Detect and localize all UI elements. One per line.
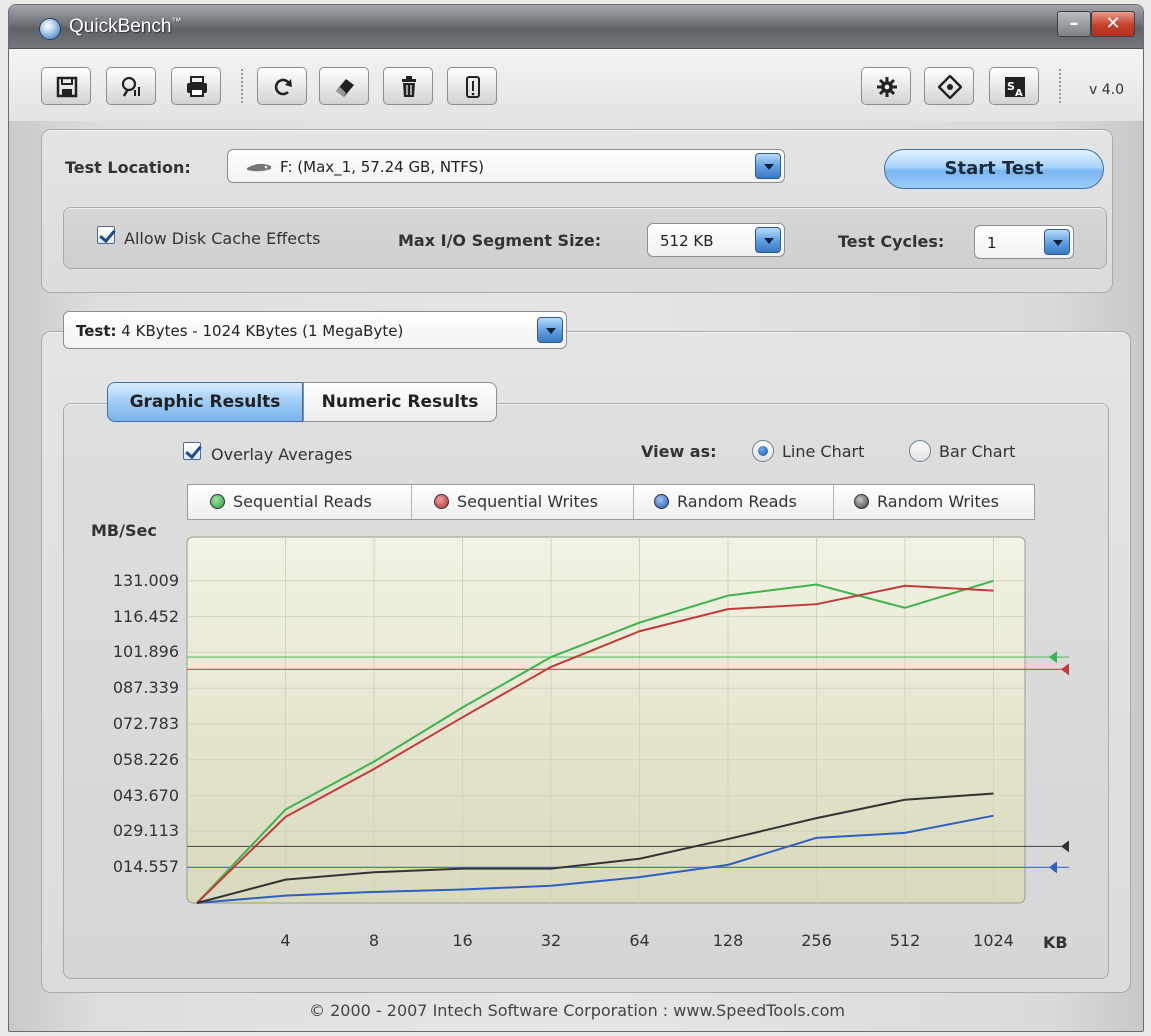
x-tick-label: 256 xyxy=(801,931,832,950)
y-tick-label: 116.452 xyxy=(112,606,179,626)
y-tick-label: 087.339 xyxy=(112,678,179,698)
y-tick-label: 058.226 xyxy=(112,749,179,769)
x-tick-label: 64 xyxy=(629,931,650,950)
y-tick-label: 072.783 xyxy=(112,714,179,733)
average-marker xyxy=(1061,840,1069,853)
y-tick-label: 131.009 xyxy=(112,570,179,590)
x-tick-label: 8 xyxy=(368,931,380,950)
x-tick-label: 1024 xyxy=(973,931,1014,950)
average-marker xyxy=(1061,663,1069,676)
average-marker xyxy=(1049,861,1057,874)
x-tick-label: 512 xyxy=(889,931,921,950)
results-chart xyxy=(186,536,1069,904)
quickbench-window: QuickBench™ – ✕ S A v 4.0 Test Location:… xyxy=(8,4,1144,1032)
x-tick-label: 4 xyxy=(280,931,291,950)
x-tick-label: 32 xyxy=(540,931,562,950)
x-tick-label: 128 xyxy=(712,931,744,950)
footer-copyright: © 2000 - 2007 Intech Software Corporatio… xyxy=(309,1001,845,1020)
y-tick-label: 014.557 xyxy=(112,857,179,877)
x-axis-unit: KB xyxy=(1043,933,1068,952)
plot-area xyxy=(186,536,1026,904)
y-tick-label: 043.670 xyxy=(112,785,179,805)
y-tick-label: 029.113 xyxy=(112,821,179,841)
x-tick-label: 16 xyxy=(452,931,473,950)
average-marker xyxy=(1049,651,1057,664)
y-tick-label: 101.896 xyxy=(112,642,179,662)
